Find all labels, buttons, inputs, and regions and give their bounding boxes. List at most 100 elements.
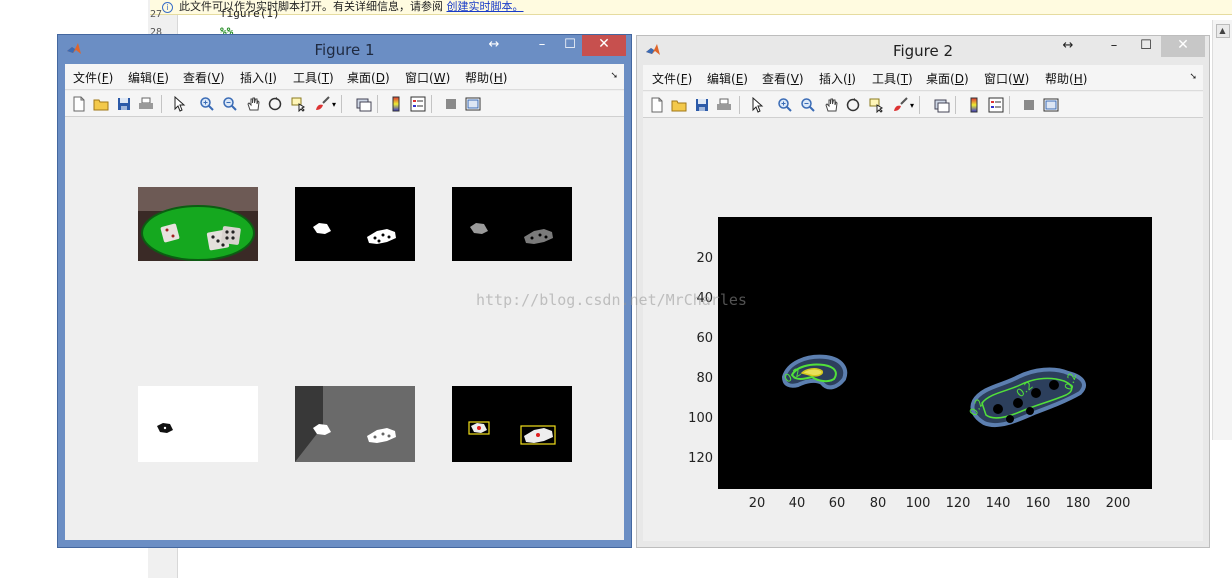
zoom-out-icon[interactable] bbox=[799, 96, 817, 114]
figure-1-window[interactable]: Figure 1 ↔ – ☐ ✕ 文件(F) 编辑(E) 查看(V) 插入(I)… bbox=[57, 34, 632, 548]
data-cursor-icon[interactable] bbox=[289, 95, 307, 113]
brush-dropdown-arrow-icon[interactable]: ▾ bbox=[330, 95, 338, 113]
print-icon[interactable] bbox=[715, 96, 733, 114]
minimize-button[interactable]: – bbox=[529, 35, 555, 56]
pan-hand-icon[interactable] bbox=[244, 95, 262, 113]
menu-help[interactable]: 帮助(H) bbox=[1045, 70, 1087, 87]
line-number: 27 bbox=[150, 9, 163, 20]
x-tick-label: 180 bbox=[1065, 496, 1091, 511]
figure-1-canvas bbox=[65, 118, 624, 540]
menu-view[interactable]: 查看(V) bbox=[762, 70, 804, 87]
x-tick-label: 160 bbox=[1025, 496, 1051, 511]
scroll-up-arrow-icon[interactable]: ▲ bbox=[1215, 24, 1230, 38]
show-plot-tools-icon[interactable] bbox=[464, 95, 482, 113]
code-line[interactable]: figure(1) bbox=[220, 7, 280, 20]
figure-2-window[interactable]: Figure 2 ↔ – ☐ ✕ 文件(F) 编辑(E) 查看(V) 插入(I)… bbox=[636, 35, 1210, 548]
menu-window[interactable]: 窗口(W) bbox=[984, 70, 1029, 87]
print-icon[interactable] bbox=[137, 95, 155, 113]
figure-2-toolbar: ▾ bbox=[643, 92, 1203, 118]
x-tick-label: 60 bbox=[828, 496, 846, 511]
save-icon[interactable] bbox=[115, 95, 133, 113]
toolbar-separator bbox=[161, 95, 162, 113]
menu-file[interactable]: 文件(F) bbox=[652, 70, 692, 87]
link-plot-icon[interactable] bbox=[355, 95, 373, 113]
rotate-3d-icon[interactable] bbox=[266, 95, 284, 113]
brush-dropdown-arrow-icon[interactable]: ▾ bbox=[908, 96, 916, 114]
save-icon[interactable] bbox=[693, 96, 711, 114]
hide-plot-tools-icon[interactable] bbox=[1020, 96, 1038, 114]
toolbar-separator bbox=[955, 96, 956, 114]
y-tick-label: 100 bbox=[688, 411, 713, 426]
minimize-button[interactable]: – bbox=[1101, 36, 1127, 57]
menu-desktop[interactable]: 桌面(D) bbox=[926, 70, 969, 87]
menu-insert[interactable]: 插入(I) bbox=[240, 69, 277, 86]
figure-2-client: 文件(F) 编辑(E) 查看(V) 插入(I) 工具(T) 桌面(D) 窗口(W… bbox=[643, 65, 1203, 541]
close-button[interactable]: ✕ bbox=[1161, 36, 1205, 57]
menu-insert[interactable]: 插入(I) bbox=[819, 70, 856, 87]
zoom-in-icon[interactable] bbox=[776, 96, 794, 114]
open-folder-icon[interactable] bbox=[670, 96, 688, 114]
contour-axes[interactable]: 0.2 0.2 0.2 0.2 bbox=[718, 217, 1152, 489]
colorbar-icon[interactable] bbox=[965, 96, 983, 114]
menu-view[interactable]: 查看(V) bbox=[183, 69, 225, 86]
menu-tools[interactable]: 工具(T) bbox=[872, 70, 913, 87]
dock-button[interactable]: ↔ bbox=[481, 35, 507, 56]
subplot-grayscale-mask[interactable] bbox=[452, 187, 572, 261]
menu-window[interactable]: 窗口(W) bbox=[405, 69, 450, 86]
toolbar-separator bbox=[1009, 96, 1010, 114]
menu-tools[interactable]: 工具(T) bbox=[293, 69, 334, 86]
link-plot-icon[interactable] bbox=[933, 96, 951, 114]
subplot-binary-mask[interactable] bbox=[295, 187, 415, 261]
menu-file[interactable]: 文件(F) bbox=[73, 69, 113, 86]
legend-icon[interactable] bbox=[409, 95, 427, 113]
menu-edit[interactable]: 编辑(E) bbox=[707, 70, 748, 87]
colorbar-icon[interactable] bbox=[387, 95, 405, 113]
pointer-icon[interactable] bbox=[748, 96, 766, 114]
infobar-text: 此文件可以作为实时脚本打开。有关详细信息，请参阅 bbox=[179, 0, 443, 13]
y-tick-label: 120 bbox=[688, 451, 713, 466]
x-tick-label: 140 bbox=[985, 496, 1011, 511]
menu-overflow-arrow-icon[interactable]: ➘ bbox=[1189, 72, 1197, 82]
y-tick-label: 60 bbox=[696, 331, 713, 346]
figure-2-titlebar[interactable]: Figure 2 ↔ – ☐ ✕ bbox=[637, 36, 1209, 65]
menu-help[interactable]: 帮助(H) bbox=[465, 69, 507, 86]
brush-icon[interactable] bbox=[313, 95, 331, 113]
menu-desktop[interactable]: 桌面(D) bbox=[347, 69, 390, 86]
dock-button[interactable]: ↔ bbox=[1055, 36, 1081, 57]
x-tick-label: 20 bbox=[748, 496, 766, 511]
data-cursor-icon[interactable] bbox=[867, 96, 885, 114]
zoom-in-icon[interactable] bbox=[198, 95, 216, 113]
open-folder-icon[interactable] bbox=[92, 95, 110, 113]
close-button[interactable]: ✕ bbox=[582, 35, 626, 56]
new-file-icon[interactable] bbox=[648, 96, 666, 114]
figure-1-menubar: 文件(F) 编辑(E) 查看(V) 插入(I) 工具(T) 桌面(D) 窗口(W… bbox=[65, 64, 624, 90]
y-tick-label: 80 bbox=[696, 371, 713, 386]
zoom-out-icon[interactable] bbox=[221, 95, 239, 113]
figure-1-titlebar[interactable]: Figure 1 ↔ – ☐ ✕ bbox=[58, 35, 631, 64]
maximize-button[interactable]: ☐ bbox=[1133, 36, 1159, 57]
live-script-infobar: i 此文件可以作为实时脚本打开。有关详细信息，请参阅 创建实时脚本。 bbox=[150, 0, 1232, 15]
y-tick-label: 40 bbox=[696, 291, 713, 306]
subplot-dice-photo[interactable] bbox=[138, 187, 258, 261]
new-file-icon[interactable] bbox=[70, 95, 88, 113]
x-tick-label: 100 bbox=[905, 496, 931, 511]
brush-icon[interactable] bbox=[891, 96, 909, 114]
legend-icon[interactable] bbox=[987, 96, 1005, 114]
rotate-3d-icon[interactable] bbox=[844, 96, 862, 114]
menu-edit[interactable]: 编辑(E) bbox=[128, 69, 169, 86]
show-plot-tools-icon[interactable] bbox=[1042, 96, 1060, 114]
info-icon: i bbox=[162, 1, 173, 13]
x-tick-label: 40 bbox=[788, 496, 806, 511]
figure-2-menubar: 文件(F) 编辑(E) 查看(V) 插入(I) 工具(T) 桌面(D) 窗口(W… bbox=[643, 65, 1203, 91]
pointer-icon[interactable] bbox=[170, 95, 188, 113]
create-live-script-link[interactable]: 创建实时脚本。 bbox=[447, 0, 524, 13]
hide-plot-tools-icon[interactable] bbox=[442, 95, 460, 113]
editor-scrollbar[interactable]: ▲ bbox=[1212, 20, 1232, 440]
pan-hand-icon[interactable] bbox=[822, 96, 840, 114]
subplot-bounding-boxes[interactable] bbox=[452, 386, 572, 462]
menu-overflow-arrow-icon[interactable]: ➘ bbox=[610, 71, 618, 81]
subplot-labeled-regions[interactable] bbox=[295, 386, 415, 462]
maximize-button[interactable]: ☐ bbox=[557, 35, 583, 56]
figure-1-client: 文件(F) 编辑(E) 查看(V) 插入(I) 工具(T) 桌面(D) 窗口(W… bbox=[65, 64, 624, 540]
subplot-single-die-mask[interactable] bbox=[138, 386, 258, 462]
